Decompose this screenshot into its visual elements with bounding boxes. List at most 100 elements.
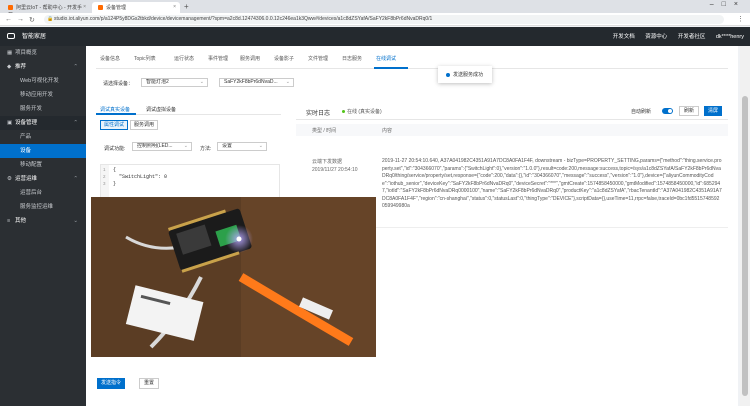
sidebar-item-mobile-dev[interactable]: 移动应用开发 [0, 88, 86, 102]
close-icon[interactable]: × [173, 4, 176, 10]
sidebar-item-mobile-config[interactable]: 移动配置 [0, 158, 86, 172]
auto-refresh-label: 自动刷新 [631, 109, 652, 115]
refresh-button[interactable]: 刷新 [679, 106, 700, 116]
status-dot-icon [342, 110, 345, 114]
close-icon[interactable]: × [83, 4, 86, 10]
method-select[interactable]: 设置 ⌄ [217, 142, 267, 151]
tab-device-shadow[interactable]: 设备影子 [274, 55, 294, 62]
sidebar-item-label: 推荐 [15, 64, 27, 70]
func-select[interactable]: 控制照明(LED... ⌄ [132, 142, 192, 151]
tab-virtual-device[interactable]: 调试虚拟设备 [146, 106, 176, 113]
browser-tab-device[interactable]: 设备管理 × [92, 2, 180, 13]
sidebar-item-web-dev[interactable]: Web可视化开发 [0, 74, 86, 88]
sidebar-item-label: 服务开发 [20, 106, 43, 112]
grid-icon: ▦ [7, 50, 13, 56]
sidebar-item-service-dev[interactable]: 服务开发 [0, 102, 86, 116]
chevron-up-icon: ⌃ [73, 120, 78, 126]
top-header: 智能家居 开发文档 资源中心 开发者社区 dk****henry [0, 27, 750, 46]
tab-service-call[interactable]: 服务调用 [240, 55, 260, 62]
tabs-divider [96, 68, 728, 69]
tab-log-service[interactable]: 日志服务 [342, 55, 362, 62]
send-command-button[interactable]: 发送指令 [97, 378, 126, 389]
tab-device-info[interactable]: 设备信息 [100, 55, 120, 62]
tab-run-status[interactable]: 运行状态 [174, 55, 194, 62]
device-photo-graphic [91, 197, 376, 357]
lock-icon: 🔒 [47, 16, 54, 22]
sidebar-item-label: 项目概览 [15, 50, 38, 56]
nav-docs[interactable]: 开发文档 [613, 34, 635, 40]
aliyun-favicon-icon [8, 5, 13, 11]
sidebar-group-other[interactable]: ≡ 其他 ⌄ [0, 214, 86, 228]
auto-refresh-toggle[interactable] [662, 108, 673, 114]
clear-button[interactable]: 清屏 [704, 106, 723, 116]
tab-file-mgmt[interactable]: 文件管理 [308, 55, 328, 62]
col-type-time: 类型 / 时间 [312, 128, 337, 134]
sidebar-item-service-monitor[interactable]: 服务监控运维 [0, 200, 86, 214]
active-tab-indicator [374, 67, 408, 69]
log-header: 实时日志 在线 (真实设备) 自动刷新 刷新 清屏 [296, 102, 728, 120]
sidebar-group-recommend[interactable]: ◆ 推荐 ⌃ [0, 60, 86, 74]
sidebar-item-ops-backend[interactable]: 运营后台 [0, 186, 86, 200]
page-scrollbar[interactable] [740, 46, 750, 406]
sidebar-item-product[interactable]: 产品 [0, 130, 86, 144]
url-text: studio.iot.aliyun.com/p/a124P5y8DGs2tbkd… [54, 16, 433, 22]
log-entry-meta: 云端下发数据 2019/11/27 20:54:10 [312, 158, 358, 174]
tab-event-mgmt[interactable]: 事件管理 [208, 55, 228, 62]
sidebar-item-label: 移动应用开发 [20, 92, 54, 98]
sidebar-group-device-mgmt[interactable]: ▣ 设备管理 ⌃ [0, 116, 86, 130]
code-line: } [113, 181, 117, 187]
sidebar-item-label: 产品 [20, 134, 32, 140]
window-controls[interactable]: –□× [710, 1, 746, 8]
top-nav: 开发文档 资源中心 开发者社区 dk****henry [604, 32, 744, 40]
scrollbar-thumb[interactable] [742, 96, 748, 396]
app-logo[interactable]: 智能家居 [7, 31, 46, 40]
tab-online-debug[interactable]: 在线调试 [376, 55, 396, 62]
chevron-down-icon: ⌄ [73, 218, 78, 224]
sidebar-item-label: Web可视化开发 [20, 78, 59, 84]
success-toast: 发送服务成功 [438, 66, 492, 83]
chevron-down-icon: ⌄ [258, 143, 263, 149]
sidebar-group-ops[interactable]: ⚙ 运营运维 ⌃ [0, 172, 86, 186]
code-line: "SwitchLight": 0 [113, 174, 168, 180]
toast-text: 发送服务成功 [453, 72, 484, 78]
chevron-up-icon: ⌃ [73, 64, 78, 70]
func-select-value: 控制照明(LED... [137, 143, 173, 149]
browser-tab-help[interactable]: 阿里云IoT - 帮助中心 - 开发手册× [2, 2, 90, 18]
browser-tabbar: 阿里云IoT - 帮助中心 - 开发手册× 设备管理 × + –□× [0, 0, 750, 18]
tab-real-device[interactable]: 调试真实设备 [100, 106, 130, 113]
method-label: 方法: [200, 146, 212, 152]
ops-icon: ⚙ [7, 176, 12, 182]
property-debug-button[interactable]: 属性调试 [100, 120, 129, 130]
user-account[interactable]: dk****henry [716, 34, 744, 40]
info-icon [446, 72, 450, 77]
product-select-value: 智能灯泡2 [146, 79, 169, 85]
device-icon: ▣ [7, 120, 13, 126]
sidebar-item-device[interactable]: 设备 [0, 144, 86, 158]
sidebar-item-label: 其他 [15, 218, 27, 224]
service-call-button[interactable]: 服务调用 [130, 120, 159, 130]
log-title: 实时日志 [306, 111, 331, 117]
reset-button[interactable]: 重置 [139, 378, 160, 389]
device-photo [91, 197, 376, 357]
sidebar-item-overview[interactable]: ▦ 项目概览 [0, 46, 86, 60]
chevron-down-icon: ⌄ [183, 143, 188, 149]
url-input[interactable]: 🔒 studio.iot.aliyun.com/p/a124P5y8DGs2tbk… [44, 15, 724, 24]
log-entry-type: 云端下发数据 [312, 159, 343, 165]
chevron-up-icon: ⌃ [73, 176, 78, 182]
forward-icon[interactable]: → [17, 16, 24, 23]
col-content: 内容 [382, 128, 393, 134]
product-select[interactable]: 智能灯泡2 ⌄ [141, 78, 208, 87]
browser-tab-label: 设备管理 [106, 5, 127, 11]
chevron-down-icon: ⌄ [199, 79, 204, 85]
console-icon [7, 33, 15, 40]
nav-community[interactable]: 开发者社区 [678, 34, 706, 40]
tab-topic-list[interactable]: Topic列表 [134, 55, 156, 62]
reload-icon[interactable]: ↻ [29, 16, 35, 24]
nav-resources[interactable]: 资源中心 [645, 34, 667, 40]
browser-menu-icon[interactable]: ⋮ [737, 15, 744, 23]
back-icon[interactable]: ← [5, 16, 12, 23]
aliyun-favicon-icon [98, 5, 103, 11]
sidebar-item-label: 运营运维 [15, 176, 38, 182]
device-select[interactable]: SaFY2kF8bPr6dNvaD... ⌄ [219, 78, 294, 87]
new-tab-icon[interactable]: + [184, 2, 189, 11]
